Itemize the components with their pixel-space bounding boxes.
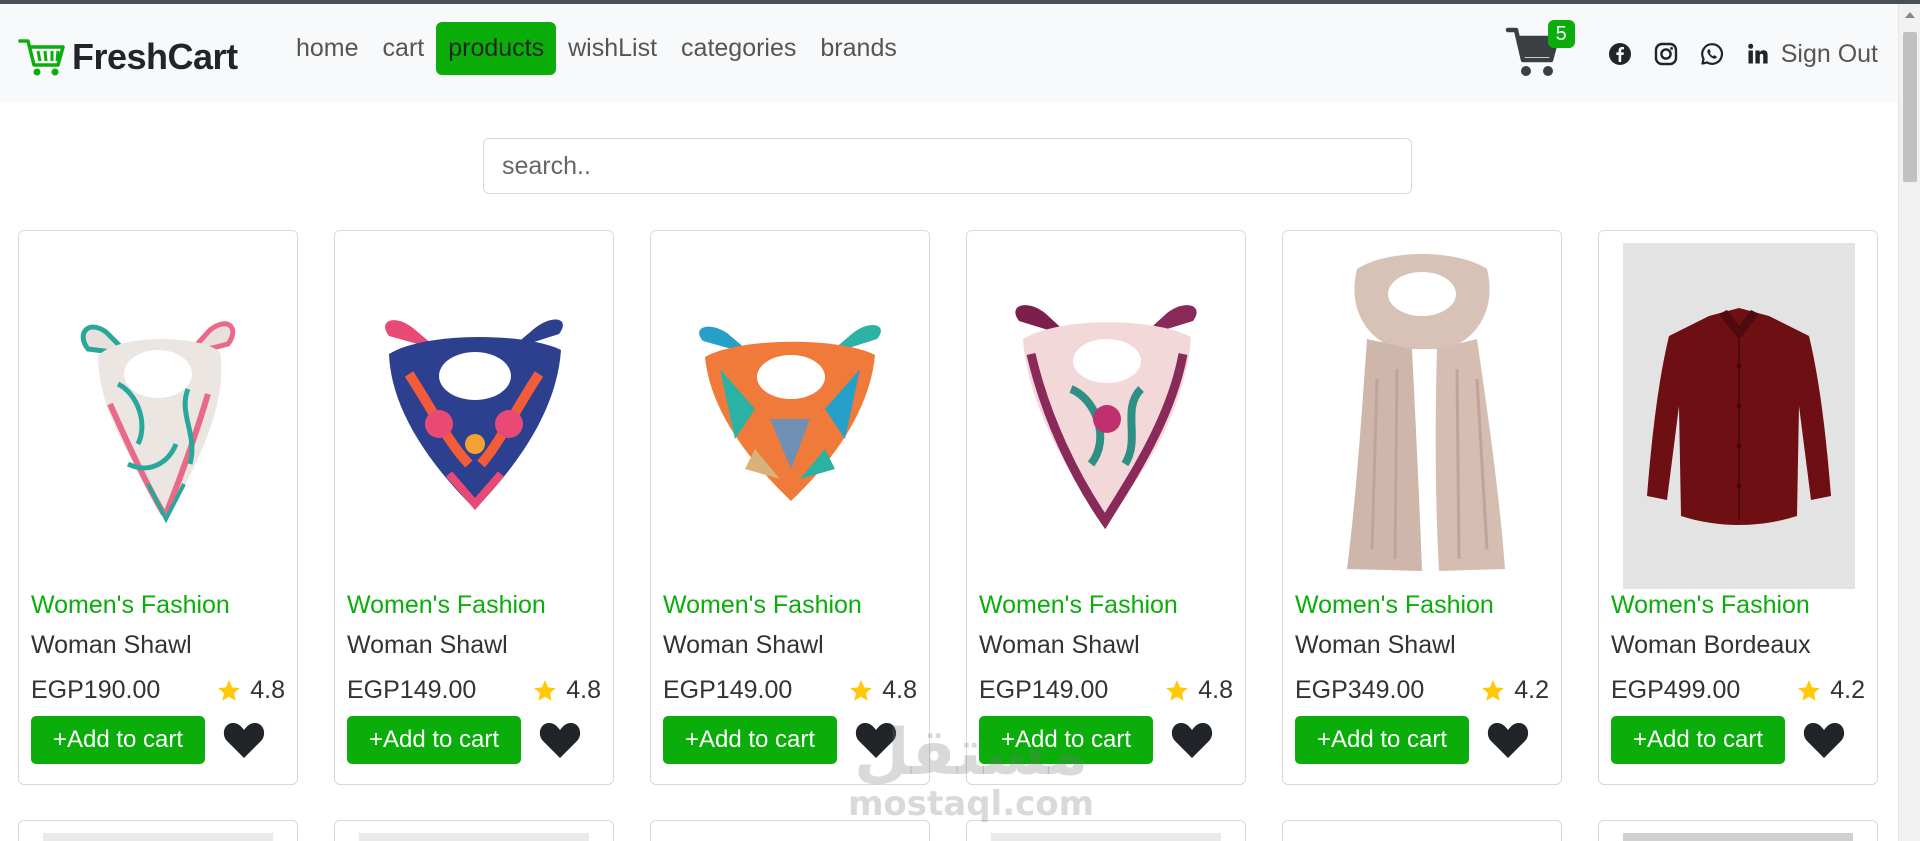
product-image[interactable]	[979, 243, 1233, 585]
star-icon	[1798, 679, 1821, 701]
add-to-cart-button[interactable]: +Add to cart	[1611, 716, 1785, 764]
scarf-image	[1347, 254, 1505, 571]
brand-name: FreshCart	[72, 36, 238, 77]
product-category: Women's Fashion	[347, 591, 546, 619]
product-rating: 4.8	[848, 676, 917, 705]
product-category: Women's Fashion	[663, 591, 862, 619]
nav-link-cart[interactable]: cart	[371, 22, 437, 75]
watermark: مستقل mostaql.com	[848, 720, 1094, 822]
nav-link-wishlist[interactable]: wishList	[556, 22, 669, 75]
heart-icon[interactable]	[1486, 720, 1530, 760]
nav-link-brands[interactable]: brands	[808, 22, 908, 75]
product-image[interactable]	[347, 243, 601, 585]
product-rating: 4.8	[216, 676, 285, 705]
scroll-up-arrow[interactable]	[1905, 12, 1915, 18]
product-price: EGP149.00	[347, 676, 477, 704]
rating-value: 4.8	[1198, 676, 1233, 704]
product-price: EGP349.00	[1295, 676, 1425, 704]
add-to-cart-button[interactable]: +Add to cart	[1295, 716, 1469, 764]
scrollbar-thumb[interactable]	[1903, 32, 1917, 182]
product-title: Woman Shawl	[979, 631, 1140, 659]
facebook-icon[interactable]	[1607, 41, 1633, 67]
heart-icon[interactable]	[1802, 720, 1846, 760]
product-card-partial[interactable]	[1598, 820, 1878, 841]
nav-right: 5 Sign Out	[1505, 20, 1878, 84]
product-image[interactable]	[663, 243, 917, 585]
product-image[interactable]	[1295, 243, 1549, 585]
search-input[interactable]	[483, 138, 1412, 194]
scarf-image	[1015, 305, 1197, 529]
star-icon	[1166, 679, 1189, 701]
rating-value: 4.8	[250, 676, 285, 704]
product-title: Woman Shawl	[663, 631, 824, 659]
product-card[interactable]: Women's Fashion Woman Shawl EGP149.00 4.…	[966, 230, 1246, 785]
product-card[interactable]: Women's Fashion Woman Shawl EGP149.00 4.…	[334, 230, 614, 785]
cart-button[interactable]: 5	[1505, 20, 1575, 84]
brand-logo[interactable]: FreshCart	[18, 32, 238, 82]
product-image-partial	[1623, 833, 1853, 841]
nav-link-products[interactable]: products	[436, 22, 557, 75]
heart-icon[interactable]	[538, 720, 582, 760]
product-title: Woman Shawl	[1295, 631, 1456, 659]
product-card-partial[interactable]	[1282, 820, 1562, 841]
product-rating: 4.2	[1796, 676, 1865, 705]
product-card[interactable]: Women's Fashion Woman Bordeaux EGP499.00…	[1598, 230, 1878, 785]
rating-value: 4.2	[1514, 676, 1549, 704]
product-image[interactable]	[31, 243, 285, 585]
product-rating: 4.2	[1480, 676, 1549, 705]
product-title: Woman Bordeaux	[1611, 631, 1811, 659]
add-to-cart-button[interactable]: +Add to cart	[663, 716, 837, 764]
cart-icon	[18, 39, 65, 76]
product-price: EGP190.00	[31, 676, 161, 704]
watermark-arabic: مستقل	[854, 716, 1089, 790]
navbar: FreshCart home cart products wishList ca…	[0, 4, 1898, 102]
product-image-partial	[991, 833, 1221, 841]
product-price: EGP499.00	[1611, 676, 1741, 704]
product-category: Women's Fashion	[31, 591, 230, 619]
product-category: Women's Fashion	[1295, 591, 1494, 619]
watermark-latin: mostaql.com	[848, 784, 1095, 824]
shirt-image	[1647, 308, 1831, 525]
star-icon	[534, 679, 557, 701]
star-icon	[1482, 679, 1505, 701]
product-card[interactable]: Women's Fashion Woman Shawl EGP149.00 4.…	[650, 230, 930, 785]
rating-value: 4.8	[882, 676, 917, 704]
scarf-image	[699, 325, 881, 501]
product-category: Women's Fashion	[1611, 591, 1810, 619]
cart-count-badge: 5	[1547, 20, 1575, 48]
rating-value: 4.2	[1830, 676, 1865, 704]
add-to-cart-button[interactable]: +Add to cart	[347, 716, 521, 764]
product-title: Woman Shawl	[347, 631, 508, 659]
product-price: EGP149.00	[663, 676, 793, 704]
nav-link-home[interactable]: home	[284, 22, 371, 75]
nav-link-categories[interactable]: categories	[669, 22, 808, 75]
product-title: Woman Shawl	[31, 631, 192, 659]
heart-icon[interactable]	[222, 720, 266, 760]
product-image-partial	[359, 833, 589, 841]
instagram-icon[interactable]	[1653, 41, 1679, 67]
product-image-partial	[43, 833, 273, 841]
star-icon	[850, 679, 873, 701]
product-card[interactable]: Women's Fashion Woman Shawl EGP349.00 4.…	[1282, 230, 1562, 785]
product-rating: 4.8	[1164, 676, 1233, 705]
product-image[interactable]	[1623, 243, 1855, 589]
product-card-partial[interactable]	[334, 820, 614, 841]
vertical-scrollbar[interactable]	[1898, 4, 1920, 841]
rating-value: 4.8	[566, 676, 601, 704]
product-card-partial[interactable]	[18, 820, 298, 841]
star-icon	[218, 679, 241, 701]
product-card[interactable]: Women's Fashion Woman Shawl EGP190.00 4.…	[18, 230, 298, 785]
product-rating: 4.8	[532, 676, 601, 705]
scarf-image	[385, 319, 563, 511]
product-price: EGP149.00	[979, 676, 1109, 704]
whatsapp-icon[interactable]	[1699, 41, 1725, 67]
sign-out-link[interactable]: Sign Out	[1781, 40, 1878, 69]
heart-icon[interactable]	[1170, 720, 1214, 760]
scarf-image	[80, 321, 236, 524]
add-to-cart-button[interactable]: +Add to cart	[31, 716, 205, 764]
product-category: Women's Fashion	[979, 591, 1178, 619]
nav-links: home cart products wishList categories b…	[284, 22, 909, 75]
linkedin-icon[interactable]	[1745, 41, 1771, 67]
